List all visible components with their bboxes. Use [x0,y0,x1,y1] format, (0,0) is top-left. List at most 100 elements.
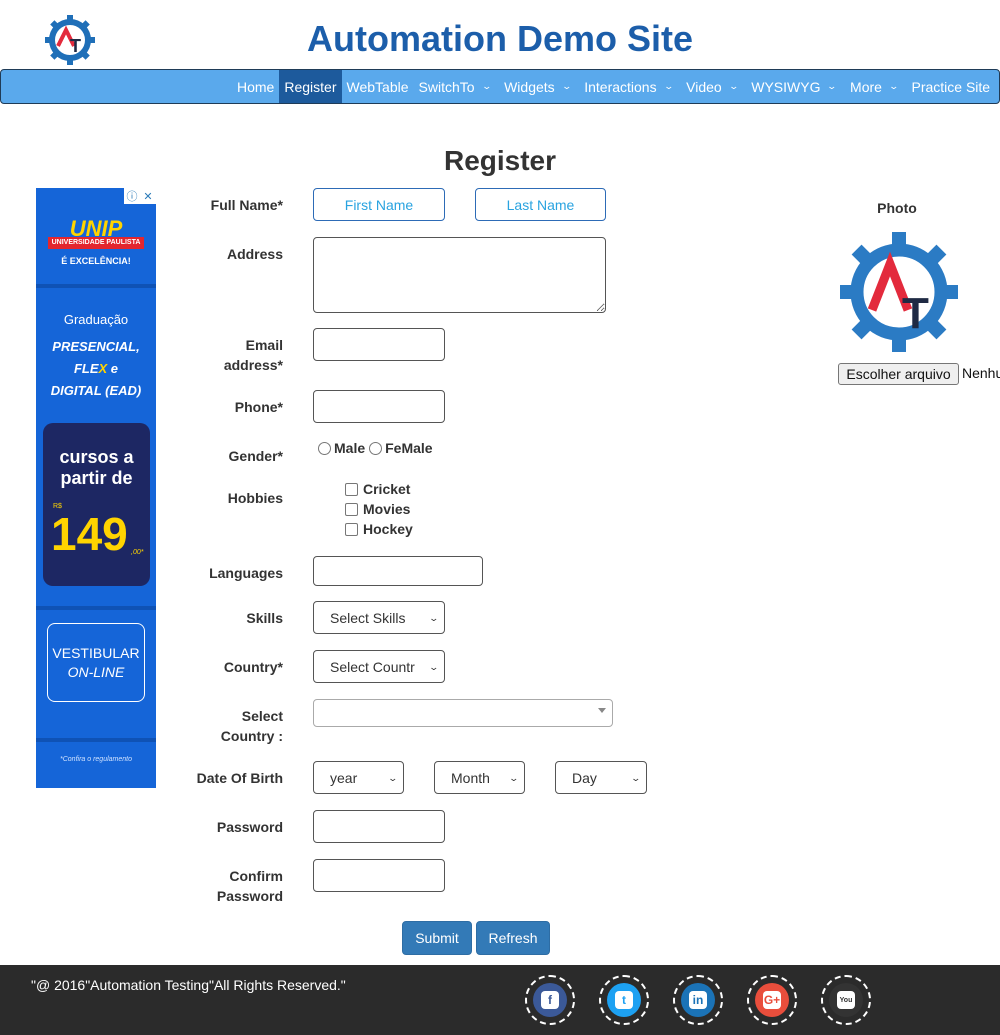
select-country-combobox[interactable] [313,699,613,727]
ad-info-icon[interactable]: ⓘ [124,188,140,204]
photo-label: Photo [877,200,917,216]
svg-text:T: T [902,289,929,338]
gender-male-radio[interactable] [318,441,331,455]
footer-copyright: "@ 2016"Automation Testing"All Rights Re… [31,977,346,993]
ad-tagline: É EXCELÊNCIA! [61,256,131,266]
nav-item-widgets[interactable]: Widgets ⌄ [499,70,579,103]
hobby-movies-label: Movies [363,501,411,517]
skills-select[interactable]: Select Skills ⌄ [313,601,445,634]
hobby-hockey-label: Hockey [363,521,413,537]
nav-item-label: Practice Site [911,78,991,95]
hobbies-label: Hobbies [227,490,283,506]
nav-item-label: Interactions [584,78,657,95]
nav-item-label: SwitchTo [418,78,475,95]
password-input[interactable] [313,810,445,843]
gender-female-label: FeMale [385,440,433,456]
nav-item-label: Widgets [504,78,555,95]
hobby-cricket-label: Cricket [363,481,411,497]
nav-item-switchto[interactable]: SwitchTo ⌄ [414,70,500,103]
chevron-down-icon: ⌄ [728,81,739,91]
footer: "@ 2016"Automation Testing"All Rights Re… [0,965,1000,1035]
facebook-link[interactable]: f [525,975,575,1025]
advertisement-banner[interactable]: ⓘ ✕ UNIP UNIVERSIDADE PAULISTA É EXCELÊN… [36,188,156,788]
phone-label: Phone* [234,399,283,415]
twitter-icon: t [607,983,641,1017]
google-plus-link[interactable]: G+ [747,975,797,1025]
nav-item-practice-site[interactable]: Practice Site [906,70,995,103]
chevron-down-icon: ⌄ [888,81,899,91]
first-name-input[interactable]: First Name [313,188,445,221]
site-title: Automation Demo Site [306,18,693,59]
hobby-hockey-checkbox[interactable] [345,522,358,536]
youtube-icon: You [829,983,863,1017]
nav-item-interactions[interactable]: Interactions ⌄ [579,70,681,103]
country-select[interactable]: Select Countr ⌄ [313,650,445,683]
youtube-link[interactable]: You [821,975,871,1025]
nav-item-label: WYSIWYG [751,78,821,95]
country-label: Country* [223,659,283,675]
nav-item-label: More [850,78,882,95]
submit-button[interactable]: Submit [402,921,472,955]
nav-item-wysiwyg[interactable]: WYSIWYG ⌄ [746,70,845,103]
ad-cents: ,00* [131,549,144,556]
nav-item-webtable[interactable]: WebTable [342,70,414,103]
refresh-button[interactable]: Refresh [476,921,550,955]
nav-item-more[interactable]: More ⌄ [845,70,906,103]
dob-day-select[interactable]: Day ⌄ [555,761,647,794]
last-name-input[interactable]: Last Name [475,188,606,221]
twitter-link[interactable]: t [599,975,649,1025]
gender-label: Gender* [228,448,283,464]
ad-divider [36,284,156,288]
select-country-label: Select Country : [220,708,283,744]
nav-item-label: Home [237,78,275,95]
social-glyph: f [541,991,559,1009]
navbar: Home Register WebTable SwitchTo ⌄ Widgets ⌄ Int… [0,69,1000,104]
ad-vestibular-button[interactable]: VESTIBULAR ON-LINE [47,623,145,702]
choose-file-button[interactable]: Escolher arquivo [838,363,959,385]
languages-input[interactable] [313,556,483,586]
hobby-cricket-checkbox[interactable] [345,482,358,496]
address-textarea[interactable] [313,237,606,313]
chevron-down-icon: ⌄ [508,773,520,783]
ad-close-icon[interactable]: ✕ [140,188,156,204]
confirm-password-label: Confirm Password [216,868,283,904]
nav-item-video[interactable]: Video ⌄ [681,70,746,103]
phone-input[interactable] [313,390,445,423]
chevron-down-icon: ⌄ [630,773,642,783]
confirm-password-input[interactable] [313,859,445,892]
gender-female-radio[interactable] [369,441,383,455]
email-input[interactable] [313,328,445,361]
social-glyph: t [615,991,633,1009]
full-name-label: Full Name* [210,197,283,213]
ad-divider [36,606,156,610]
chevron-down-icon: ⌄ [428,613,440,623]
dob-month-select[interactable]: Month ⌄ [434,761,525,794]
chevron-down-icon: ⌄ [428,662,440,672]
address-label: Address [226,246,283,262]
facebook-icon: f [533,983,567,1017]
password-label: Password [216,819,283,835]
skills-label: Skills [246,610,283,626]
hobby-movies: Movies [345,501,410,517]
ad-line-3: DIGITAL (EAD) [50,383,142,398]
hobby-movies-checkbox[interactable] [345,502,358,516]
social-glyph: in [689,991,707,1009]
ad-line-1: PRESENCIAL, [52,339,140,354]
ad-footnote: *Confira o regulamento [60,756,132,763]
ad-modalities: PRESENCIAL, FLEX e DIGITAL (EAD) [36,336,156,402]
ad-cursos-text: cursos a partir de [59,447,134,488]
languages-label: Languages [209,565,283,581]
nav-item-home[interactable]: Home [232,70,279,103]
linkedin-link[interactable]: in [673,975,723,1025]
ad-controls: ⓘ ✕ [124,188,156,204]
nav-item-label: Register [284,78,337,95]
nav-item-register[interactable]: Register [279,70,342,103]
gender-male-label: Male [334,440,366,456]
hobby-hockey: Hockey [345,521,413,537]
page-title: Register [443,145,557,176]
chevron-down-icon: ⌄ [826,81,838,91]
chevron-down-icon: ⌄ [481,81,492,91]
google-plus-icon: G+ [755,983,789,1017]
ad-divider [36,738,156,742]
dob-year-select[interactable]: year ⌄ [313,761,404,794]
